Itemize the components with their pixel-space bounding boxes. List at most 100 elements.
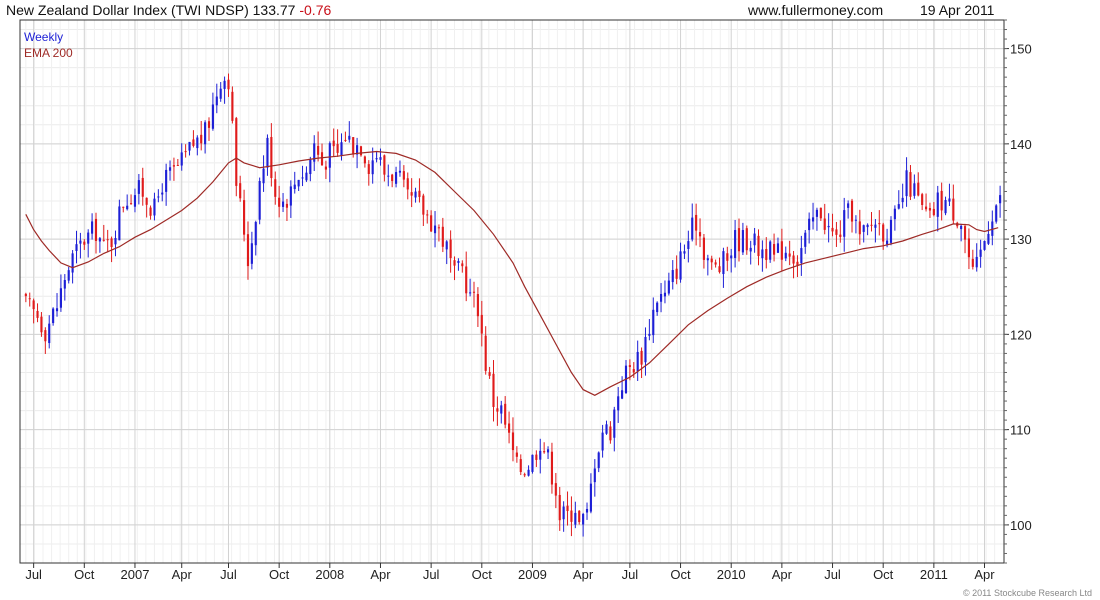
candle-body — [106, 239, 109, 241]
x-tick-label: 2007 — [121, 567, 150, 582]
candle-body — [936, 192, 939, 217]
candle-body — [126, 205, 129, 210]
candle-body — [878, 223, 881, 225]
candle-body — [913, 183, 916, 196]
candle-body — [589, 483, 592, 512]
candle-body — [648, 333, 651, 336]
candle-body — [718, 266, 721, 273]
candle-body — [621, 390, 624, 399]
candle-body — [44, 330, 47, 342]
candle-body — [484, 335, 487, 371]
candle-body — [223, 80, 226, 89]
candle-body — [55, 308, 59, 312]
candle-body — [480, 314, 483, 334]
candle-body — [453, 260, 456, 266]
candle-body — [909, 172, 912, 197]
x-tick-label: Oct — [670, 567, 691, 582]
candle-body — [769, 241, 772, 260]
candle-body — [305, 172, 308, 181]
candle-body — [270, 136, 273, 179]
candle-body — [246, 234, 250, 267]
candle-body — [741, 230, 744, 253]
candle-body — [519, 459, 522, 472]
candle-body — [133, 195, 137, 207]
candle-body — [788, 253, 791, 257]
candle-body — [640, 350, 643, 365]
candle-body — [702, 237, 706, 260]
candle-body — [328, 143, 331, 168]
candle-body — [207, 121, 211, 128]
candle-body — [979, 249, 982, 257]
candle-body — [114, 238, 117, 245]
candle-body — [192, 139, 195, 146]
candle-body — [601, 432, 604, 451]
candle-body — [963, 226, 967, 240]
candle-body — [352, 137, 355, 155]
candle-body — [609, 426, 612, 441]
candle-body — [172, 165, 176, 167]
candle-body — [48, 323, 51, 344]
candle-body — [659, 293, 663, 302]
candle-body — [695, 214, 698, 231]
candle-body — [184, 151, 187, 153]
x-tick-label: Apr — [573, 567, 594, 582]
candle-body — [776, 243, 780, 253]
candle-body — [675, 268, 678, 279]
candle-body — [679, 251, 682, 280]
candle-body — [835, 229, 838, 235]
candle-body — [469, 292, 472, 294]
candle-body — [917, 182, 920, 196]
candle-body — [414, 191, 417, 198]
candle-body — [667, 280, 670, 294]
candle-body — [901, 197, 904, 203]
candle-body — [508, 423, 511, 433]
candle-body — [285, 203, 289, 208]
candle-body — [987, 233, 990, 244]
candle-body — [710, 258, 713, 263]
candle-body — [391, 174, 394, 182]
candle-body — [523, 474, 526, 476]
candle-body — [496, 408, 499, 412]
candle-body — [250, 243, 253, 264]
candle-body — [102, 239, 105, 241]
candle-body — [539, 450, 542, 460]
legend-ema: EMA 200 — [24, 46, 73, 60]
candle-body — [854, 219, 857, 221]
candle-body — [773, 244, 776, 255]
candle-body — [886, 240, 889, 245]
candle-body — [706, 258, 709, 261]
candle-body — [176, 164, 179, 166]
candle-body — [398, 170, 402, 173]
candle-body — [141, 177, 144, 197]
candle-body — [165, 169, 168, 192]
candle-body — [149, 207, 152, 216]
candle-body — [204, 122, 207, 145]
candle-body — [862, 225, 865, 232]
candle-body — [433, 225, 437, 234]
candle-body — [383, 155, 386, 175]
candle-body — [348, 135, 351, 140]
y-tick-label: 110 — [1010, 423, 1031, 438]
candle-body — [94, 218, 98, 241]
candle-body — [578, 510, 581, 523]
candle-body — [948, 198, 951, 202]
candle-body — [363, 156, 366, 164]
candle-body — [317, 145, 320, 155]
candle-body — [671, 270, 674, 283]
candle-body — [698, 232, 702, 237]
candle-body — [422, 195, 425, 215]
x-tick-label: Oct — [472, 567, 493, 582]
candle-body — [714, 262, 717, 265]
candle-body — [792, 255, 795, 264]
candle-body — [683, 251, 686, 254]
candle-body — [597, 452, 600, 469]
candle-body — [457, 260, 460, 263]
candle-body — [932, 208, 935, 216]
candle-body — [196, 137, 199, 149]
candle-body — [500, 405, 503, 414]
y-tick-label: 150 — [1010, 42, 1032, 57]
candle-body — [737, 228, 741, 252]
candle-body — [320, 152, 324, 166]
candle-body — [406, 178, 409, 190]
candle-body — [344, 139, 347, 141]
